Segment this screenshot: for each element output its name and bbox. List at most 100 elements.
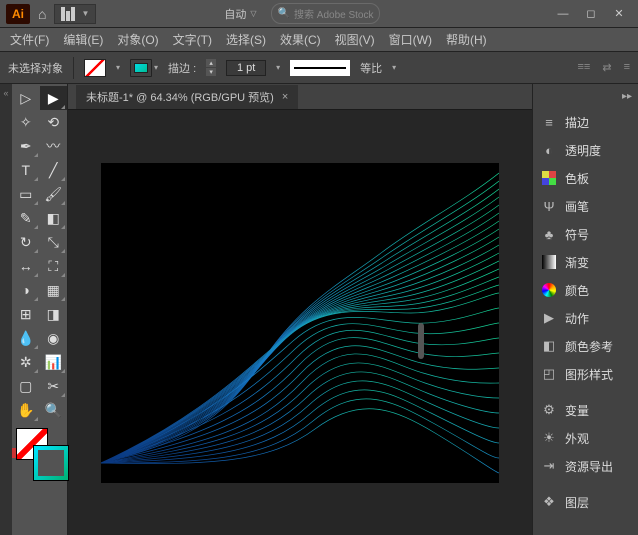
magic-wand-tool[interactable]: ✧ (12, 110, 40, 134)
menu-view[interactable]: 视图(V) (329, 29, 381, 50)
panel-layers[interactable]: ❖图层 (533, 488, 638, 516)
pencil-tool[interactable]: ✎ (12, 206, 40, 230)
actions-icon: ▶ (541, 310, 557, 326)
rectangle-tool[interactable]: ▭ (12, 182, 40, 206)
chevron-down-icon: ▽ (250, 9, 256, 18)
shape-builder-tool[interactable]: ◑ (12, 278, 40, 302)
search-stock-input[interactable]: 🔍 搜索 Adobe Stock (271, 3, 381, 24)
blend-tool[interactable]: ◉ (40, 326, 68, 350)
type-tool[interactable]: T (12, 158, 40, 182)
stroke-weight-input[interactable] (226, 60, 266, 76)
stroke-stepper[interactable]: ▴▾ (206, 59, 216, 76)
artboard-tool[interactable]: ▢ (12, 374, 40, 398)
layout-dropdown[interactable]: ▼ (54, 4, 96, 24)
panel-stroke[interactable]: ≡描边 (533, 108, 638, 136)
mesh-tool[interactable]: ⊞ (12, 302, 40, 326)
gradient-tool[interactable]: ◨ (40, 302, 68, 326)
zoom-tool[interactable]: 🔍 (40, 398, 68, 422)
brush-preview[interactable] (290, 60, 350, 76)
perspective-tool[interactable]: ▦ (40, 278, 68, 302)
options-menu-icon[interactable]: ≡ (624, 61, 630, 74)
appearance-icon: ☀ (541, 430, 557, 446)
rotate-tool[interactable]: ↻ (12, 230, 40, 254)
swatches-icon (541, 170, 557, 186)
menu-window[interactable]: 窗口(W) (383, 29, 438, 50)
right-panel: ▸▸ ≡描边 ◐透明度 色板 Ψ画笔 ♣符号 渐变 颜色 ▶动作 ◧颜色参考 ◰… (532, 84, 638, 535)
colorguide-icon: ◧ (541, 338, 557, 354)
panel-appearance[interactable]: ☀外观 (533, 424, 638, 452)
align-icon[interactable]: ≡≡ (578, 61, 591, 74)
left-gutter-toggle[interactable]: « (0, 84, 12, 535)
symbol-sprayer-tool[interactable]: ✲ (12, 350, 40, 374)
panel-colorguide[interactable]: ◧颜色参考 (533, 332, 638, 360)
panel-symbols[interactable]: ♣符号 (533, 220, 638, 248)
free-transform-tool[interactable]: ⛶ (40, 254, 68, 278)
panel-brushes[interactable]: Ψ画笔 (533, 192, 638, 220)
hand-tool[interactable]: ✋ (12, 398, 40, 422)
stroke-color[interactable] (34, 446, 68, 480)
pen-tool[interactable]: ✒ (12, 134, 40, 158)
paintbrush-tool[interactable]: 🖌 (40, 182, 68, 206)
panel-color[interactable]: 颜色 (533, 276, 638, 304)
stroke-icon: ≡ (541, 114, 557, 130)
panel-transparency[interactable]: ◐透明度 (533, 136, 638, 164)
menu-help[interactable]: 帮助(H) (440, 29, 493, 50)
panel-assetexport[interactable]: ⇥资源导出 (533, 452, 638, 480)
variables-icon: ⚙ (541, 402, 557, 418)
panel-swatches[interactable]: 色板 (533, 164, 638, 192)
chevron-down-icon[interactable]: ▾ (276, 63, 280, 72)
menu-edit[interactable]: 编辑(E) (57, 29, 109, 50)
fill-swatch[interactable] (84, 59, 106, 77)
menu-bar: 文件(F) 编辑(E) 对象(O) 文字(T) 选择(S) 效果(C) 视图(V… (0, 28, 638, 52)
graph-tool[interactable]: 📊 (40, 350, 68, 374)
chevron-down-icon[interactable]: ▾ (392, 63, 396, 72)
brushes-icon: Ψ (541, 198, 557, 214)
transparency-icon: ◐ (541, 142, 557, 158)
gradient-icon (541, 254, 557, 270)
minimize-button[interactable]: — (550, 5, 576, 23)
menu-effect[interactable]: 效果(C) (274, 29, 327, 50)
stroke-swatch[interactable] (130, 59, 152, 77)
width-tool[interactable]: ↔ (12, 254, 40, 278)
menu-file[interactable]: 文件(F) (4, 29, 55, 50)
lasso-tool[interactable]: ⟲ (40, 110, 68, 134)
panel-graphicstyles[interactable]: ◰图形样式 (533, 360, 638, 388)
panel-actions[interactable]: ▶动作 (533, 304, 638, 332)
home-icon[interactable]: ⌂ (38, 6, 46, 22)
close-tab-icon[interactable]: × (282, 91, 288, 103)
chevron-down-icon[interactable]: ▾ (154, 63, 158, 72)
eyedropper-tool[interactable]: 💧 (12, 326, 40, 350)
color-icon (541, 282, 557, 298)
selection-tool[interactable]: ▷ (12, 86, 40, 110)
search-icon: 🔍 (278, 8, 290, 19)
panel-collapse-icon[interactable]: ▸▸ (533, 84, 638, 108)
close-button[interactable]: ✕ (606, 5, 632, 23)
document-tab[interactable]: 未标题-1* @ 64.34% (RGB/GPU 预览) × (76, 85, 298, 109)
curvature-tool[interactable]: 〰 (40, 134, 68, 158)
menu-select[interactable]: 选择(S) (220, 29, 272, 50)
toolbox: ▷ ▶ ✧ ⟲ ✒ 〰 T ╱ ▭ 🖌 ✎ ◧ ↻ ⤡ ↔ ⛶ ◑ ▦ ⊞ ◨ … (12, 84, 68, 535)
chevron-down-icon: ▼ (81, 9, 89, 18)
maximize-button[interactable]: ◻ (578, 5, 604, 23)
panel-gradient[interactable]: 渐变 (533, 248, 638, 276)
chevron-down-icon[interactable]: ▾ (116, 63, 120, 72)
fill-stroke-control[interactable] (12, 426, 67, 482)
symbols-icon: ♣ (541, 226, 557, 242)
menu-type[interactable]: 文字(T) (167, 29, 218, 50)
export-icon: ⇥ (541, 458, 557, 474)
graphicstyles-icon: ◰ (541, 366, 557, 382)
artboard[interactable] (101, 163, 499, 483)
workspace-dropdown[interactable]: 自动 ▽ (224, 6, 256, 22)
uniform-label: 等比 (360, 60, 382, 76)
eraser-tool[interactable]: ◧ (40, 206, 68, 230)
direct-selection-tool[interactable]: ▶ (40, 86, 68, 110)
transform-icon[interactable]: ⇄ (602, 61, 611, 74)
scale-tool[interactable]: ⤡ (40, 230, 68, 254)
menu-object[interactable]: 对象(O) (111, 29, 164, 50)
panel-variables[interactable]: ⚙变量 (533, 396, 638, 424)
panel-resize-handle[interactable] (418, 323, 424, 359)
line-tool[interactable]: ╱ (40, 158, 68, 182)
tab-title: 未标题-1* @ 64.34% (RGB/GPU 预览) (86, 89, 274, 105)
slice-tool[interactable]: ✂ (40, 374, 68, 398)
layers-icon: ❖ (541, 494, 557, 510)
